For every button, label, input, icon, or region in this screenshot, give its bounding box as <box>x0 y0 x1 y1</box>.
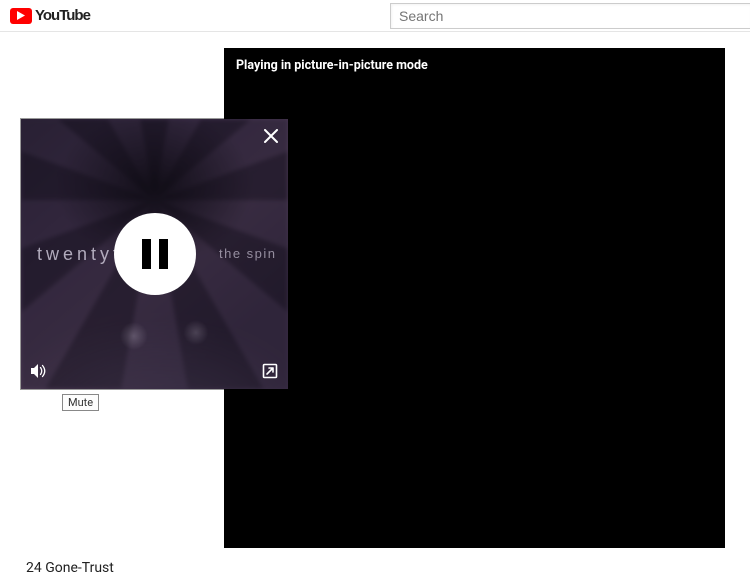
youtube-play-icon <box>10 8 32 24</box>
expand-icon <box>262 363 278 379</box>
pip-window[interactable]: twentyf the spin <box>21 119 288 389</box>
search-bar <box>390 0 750 32</box>
volume-icon <box>29 361 49 381</box>
pause-button[interactable] <box>114 213 196 295</box>
back-to-tab-button[interactable] <box>262 363 278 379</box>
album-art-text-right: the spin <box>219 246 277 261</box>
close-pip-button[interactable] <box>264 129 278 143</box>
mute-tooltip: Mute <box>62 394 99 411</box>
video-title: 24 Gone-Trust <box>26 560 114 576</box>
close-icon <box>264 129 278 143</box>
search-input[interactable] <box>390 3 750 29</box>
pip-status-message: Playing in picture-in-picture mode <box>224 48 725 83</box>
main-video-player[interactable]: Playing in picture-in-picture mode <box>224 48 725 548</box>
pause-icon <box>142 239 168 269</box>
top-bar: YouTube <box>0 0 750 32</box>
pip-video-frame-detail <box>51 294 258 364</box>
youtube-wordmark: YouTube <box>35 7 90 24</box>
volume-button[interactable] <box>29 361 49 381</box>
youtube-logo[interactable]: YouTube <box>10 7 90 24</box>
album-art-text-left: twentyf <box>37 244 122 265</box>
